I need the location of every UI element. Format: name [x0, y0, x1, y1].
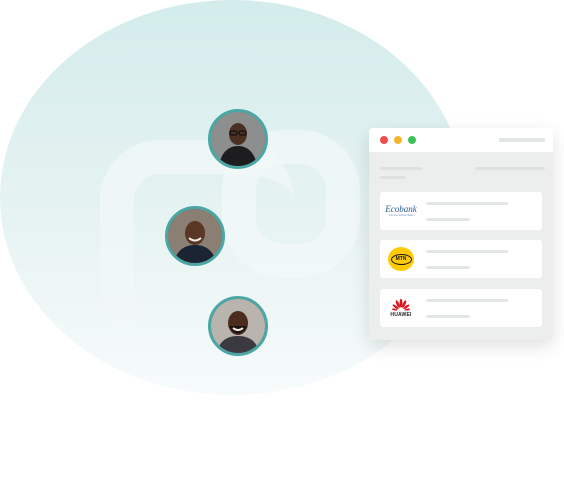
- partner-card-mtn[interactable]: MTN: [380, 240, 542, 278]
- window-titlebar: [369, 128, 553, 152]
- person-bearded-avatar: [208, 296, 268, 356]
- text-placeholder: [475, 167, 545, 170]
- close-button[interactable]: [380, 136, 388, 144]
- person-glasses-icon: [211, 112, 265, 166]
- mtn-logo-text: MTN: [395, 255, 407, 262]
- text-placeholder: [426, 218, 470, 221]
- huawei-logo-icon: HUAWEI: [386, 295, 416, 321]
- ecobank-logo-icon: Ecobank The Pan African Bank: [385, 198, 417, 224]
- title-placeholder: [499, 138, 545, 142]
- person-bearded-icon: [211, 299, 265, 353]
- text-placeholder: [426, 250, 508, 253]
- text-placeholder: [426, 299, 508, 302]
- text-placeholder: [426, 202, 508, 205]
- maximize-button[interactable]: [408, 136, 416, 144]
- ecobank-logo-subtext: The Pan African Bank: [388, 213, 414, 217]
- text-placeholder: [426, 315, 470, 318]
- person-glasses-avatar: [208, 109, 268, 169]
- person-smiling-avatar: [165, 206, 225, 266]
- person-smiling-icon: [168, 209, 222, 263]
- huawei-logo-text: HUAWEI: [390, 312, 412, 318]
- partner-card-huawei[interactable]: HUAWEI: [380, 289, 542, 327]
- text-placeholder: [426, 266, 470, 269]
- partner-card-ecobank[interactable]: Ecobank The Pan African Bank: [380, 192, 542, 230]
- app-window: Ecobank The Pan African Bank MTN HUAWEI: [369, 128, 553, 340]
- text-placeholder: [380, 167, 422, 170]
- minimize-button[interactable]: [394, 136, 402, 144]
- text-placeholder: [380, 176, 406, 179]
- mtn-logo-icon: MTN: [386, 246, 416, 272]
- huawei-petals-icon: [392, 298, 410, 311]
- ecobank-logo-text: Ecobank: [385, 203, 417, 214]
